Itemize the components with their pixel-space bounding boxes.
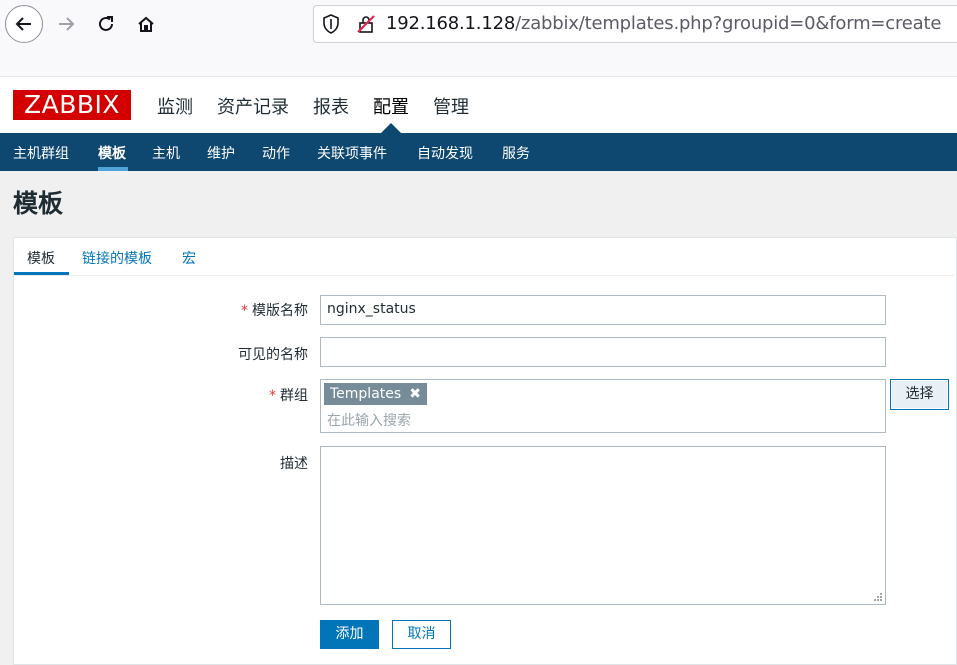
group-chip-label: Templates <box>330 386 402 402</box>
back-icon <box>15 17 31 31</box>
template-name-label-text: 模版名称 <box>252 303 308 319</box>
visible-name-input[interactable] <box>320 337 886 367</box>
description-label: 描述 <box>280 456 308 472</box>
menu-administration[interactable]: 管理 <box>433 93 469 119</box>
page-title: 模板 <box>13 189 64 218</box>
template-form-panel: 模板 链接的模板 宏 * 模版名称 nginx_status 可见的名称 * 群组 … <box>13 237 957 665</box>
submenu-host-groups[interactable]: 主机群组 <box>13 143 69 163</box>
zabbix-logo[interactable]: ZABBIX <box>13 90 131 120</box>
resize-grip-icon[interactable] <box>873 592 883 602</box>
active-tab-indicator <box>14 272 69 275</box>
submenu-templates[interactable]: 模板 <box>98 143 126 163</box>
submenu-maintenance[interactable]: 维护 <box>207 143 235 163</box>
tab-linked-templates[interactable]: 链接的模板 <box>82 248 152 268</box>
browser-spacer <box>0 50 957 77</box>
submenu-hosts[interactable]: 主机 <box>152 143 180 163</box>
tab-macros[interactable]: 宏 <box>182 248 196 268</box>
cancel-button[interactable]: 取消 <box>392 620 451 649</box>
template-name-label: * 模版名称 <box>214 300 308 320</box>
home-icon <box>138 16 154 32</box>
required-mark: * <box>269 388 276 404</box>
back-button[interactable] <box>5 5 43 43</box>
groups-search-input[interactable]: 在此输入搜索 <box>327 410 411 430</box>
insecure-lock-icon[interactable] <box>356 14 376 34</box>
menu-inventory[interactable]: 资产记录 <box>217 93 289 119</box>
template-name-input[interactable]: nginx_status <box>320 295 886 325</box>
browser-toolbar: 192.168.1.128/zabbix/templates.php?group… <box>0 0 957 50</box>
submenu-discovery[interactable]: 自动发现 <box>417 143 473 163</box>
groups-label: * 群组 <box>214 385 308 405</box>
reload-button[interactable] <box>87 5 125 43</box>
visible-name-label: 可见的名称 <box>238 347 308 363</box>
active-menu-caret <box>381 123 401 133</box>
submenu-correlation[interactable]: 关联项事件 <box>317 143 387 163</box>
top-header: ZABBIX 监测 资产记录 报表 配置 管理 <box>0 77 957 133</box>
menu-monitoring[interactable]: 监测 <box>157 93 193 119</box>
form-tabs: 模板 链接的模板 宏 <box>14 238 957 276</box>
groups-multiselect[interactable]: Templates ✖ 在此输入搜索 <box>320 379 886 433</box>
remove-chip-icon[interactable]: ✖ <box>409 386 421 402</box>
add-button[interactable]: 添加 <box>320 620 379 649</box>
menu-configuration[interactable]: 配置 <box>373 93 409 119</box>
sub-menu: 主机群组 模板 主机 维护 动作 关联项事件 自动发现 服务 <box>0 133 957 171</box>
forward-button[interactable] <box>47 5 85 43</box>
description-textarea[interactable] <box>320 446 886 605</box>
shield-icon[interactable] <box>322 14 340 34</box>
main-menu: 监测 资产记录 报表 配置 管理 <box>157 93 493 119</box>
tab-template[interactable]: 模板 <box>27 248 55 268</box>
submenu-active-indicator <box>98 167 128 171</box>
address-bar[interactable]: 192.168.1.128/zabbix/templates.php?group… <box>313 5 957 43</box>
select-groups-button[interactable]: 选择 <box>890 379 949 410</box>
menu-reports[interactable]: 报表 <box>313 93 349 119</box>
forward-icon <box>59 17 75 31</box>
submenu-actions[interactable]: 动作 <box>262 143 290 163</box>
required-mark: * <box>241 303 248 319</box>
home-button[interactable] <box>127 5 165 43</box>
url-host: 192.168.1.128 <box>386 13 516 34</box>
url-path: /zabbix/templates.php?groupid=0&form=cre… <box>515 13 942 34</box>
reload-icon <box>99 16 113 31</box>
group-chip: Templates ✖ <box>324 383 427 405</box>
url-text[interactable]: 192.168.1.128/zabbix/templates.php?group… <box>386 13 941 34</box>
submenu-services[interactable]: 服务 <box>502 143 530 163</box>
groups-label-text: 群组 <box>280 388 308 404</box>
